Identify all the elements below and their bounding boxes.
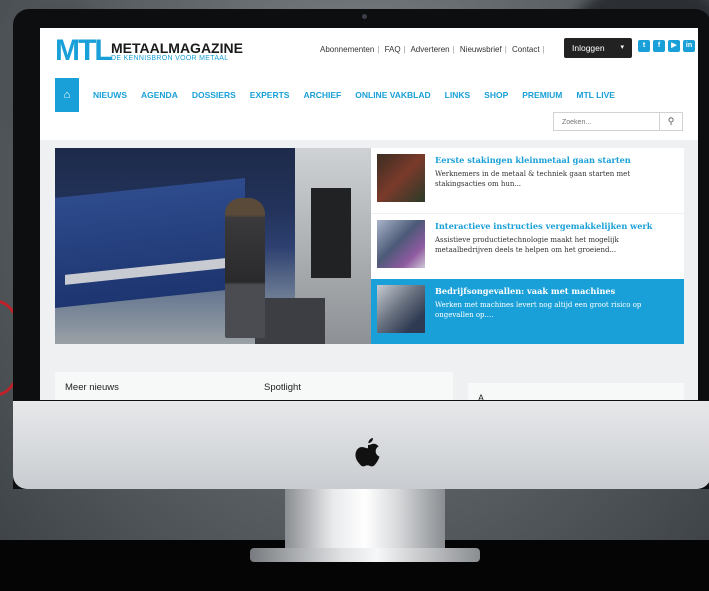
monitor-stand: [285, 489, 445, 557]
news-panel: Meer nieuws Spotlight: [55, 372, 453, 400]
logo-name: METAALMAGAZINE: [111, 40, 243, 56]
twitter-icon[interactable]: t: [638, 40, 650, 52]
linkedin-icon[interactable]: in: [683, 40, 695, 52]
search-box: ⚲: [553, 112, 683, 132]
top-link-nieuwsbrief[interactable]: Nieuwsbrief: [460, 45, 502, 54]
main-nav: ⌂ NIEUWS AGENDA DOSSIERS EXPERTS ARCHIEF…: [55, 78, 615, 112]
separator: |: [452, 45, 455, 54]
chevron-down-icon: ▾: [620, 44, 624, 51]
news-description: Werken met machines levert nog altijd ee…: [435, 301, 642, 319]
top-link-abonnementen[interactable]: Abonnementen: [320, 45, 374, 54]
search-icon[interactable]: ⚲: [659, 113, 682, 130]
featured-news-list: Eerste stakingen kleinmetaal gaan starte…: [371, 148, 684, 344]
header-topbar: MTL METAALMAGAZINE DE KENNISBRON VOOR ME…: [40, 28, 698, 70]
site-logo[interactable]: MTL METAALMAGAZINE DE KENNISBRON VOOR ME…: [55, 34, 243, 67]
news-item[interactable]: Eerste stakingen kleinmetaal gaan starte…: [371, 148, 684, 213]
nav-item-online-vakblad[interactable]: ONLINE VAKBLAD: [355, 90, 430, 100]
logo-mark: MTL: [55, 34, 113, 67]
separator: |: [542, 45, 545, 54]
news-title[interactable]: Interactieve instructies vergemakkelijke…: [435, 221, 652, 231]
top-link-adverteren[interactable]: Adverteren: [410, 45, 449, 54]
facebook-icon[interactable]: f: [653, 40, 665, 52]
separator: |: [504, 45, 507, 54]
hero-person: [225, 198, 265, 338]
nav-item-premium[interactable]: PREMIUM: [522, 90, 562, 100]
nav-item-agenda[interactable]: AGENDA: [141, 90, 178, 100]
nav-item-dossiers[interactable]: DOSSIERS: [192, 90, 236, 100]
section-title-partial: A: [478, 393, 485, 400]
login-label: Inloggen: [572, 43, 605, 53]
news-description: Werknemers in de metaal & techniek gaan …: [435, 170, 631, 188]
home-icon[interactable]: ⌂: [55, 78, 79, 112]
hero-rack: [311, 188, 351, 278]
top-link-contact[interactable]: Contact: [512, 45, 540, 54]
top-links: Abonnementen | FAQ | Adverteren | Nieuwsbri…: [320, 45, 548, 54]
news-thumbnail: [377, 154, 425, 202]
news-title[interactable]: Eerste stakingen kleinmetaal gaan starte…: [435, 155, 631, 165]
news-thumbnail: [377, 285, 425, 333]
nav-item-nieuws[interactable]: NIEUWS: [93, 90, 127, 100]
nav-item-shop[interactable]: SHOP: [484, 90, 508, 100]
hero-image[interactable]: [55, 148, 371, 344]
news-item[interactable]: Interactieve instructies vergemakkelijke…: [371, 214, 684, 279]
news-thumbnail: [377, 220, 425, 268]
hero-machine: [55, 178, 245, 308]
top-link-faq[interactable]: FAQ: [385, 45, 401, 54]
youtube-icon[interactable]: ▶: [668, 40, 680, 52]
login-button[interactable]: Inloggen ▾: [564, 38, 632, 58]
search-input[interactable]: [554, 113, 670, 132]
news-title[interactable]: Bedrijfsongevallen: vaak met machines: [435, 286, 615, 296]
nav-item-archief[interactable]: ARCHIEF: [303, 90, 341, 100]
camera-dot: [362, 14, 367, 19]
separator: |: [403, 45, 406, 54]
website-screen: MTL METAALMAGAZINE DE KENNISBRON VOOR ME…: [40, 28, 698, 400]
section-title-more-news: Meer nieuws: [65, 382, 119, 393]
nav-item-experts[interactable]: EXPERTS: [250, 90, 290, 100]
news-description: Assistieve productietechnologie maakt he…: [435, 236, 619, 254]
hero-desk: [255, 298, 325, 344]
apple-logo-icon: [355, 438, 380, 467]
social-icons: t f ▶ in: [638, 40, 695, 52]
logo-tagline: DE KENNISBRON VOOR METAAL: [111, 55, 229, 62]
side-panel: A: [468, 383, 684, 400]
nav-item-links[interactable]: LINKS: [445, 90, 471, 100]
news-item-active[interactable]: Bedrijfsongevallen: vaak met machines We…: [371, 279, 684, 344]
monitor-stand-base: [250, 548, 480, 562]
separator: |: [377, 45, 380, 54]
section-title-spotlight: Spotlight: [264, 382, 301, 393]
nav-item-mtl-live[interactable]: MTL LIVE: [576, 90, 615, 100]
